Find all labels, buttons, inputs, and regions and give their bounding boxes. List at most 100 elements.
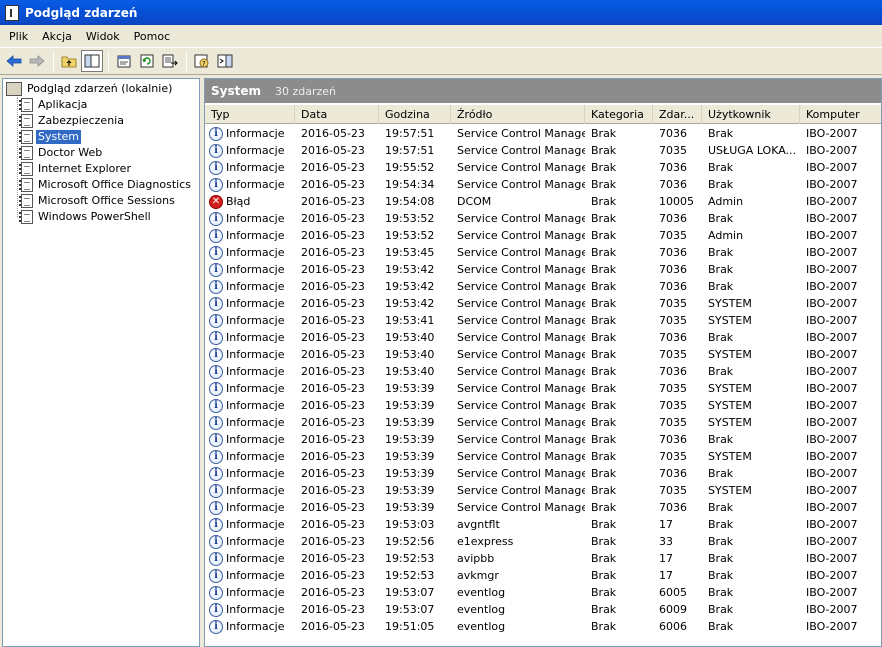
event-computer: IBO-2007 bbox=[806, 331, 858, 344]
event-computer: IBO-2007 bbox=[806, 603, 858, 616]
event-user: Brak bbox=[708, 127, 734, 140]
event-source: Service Control Manager bbox=[457, 212, 585, 225]
tree-item-internet-explorer[interactable]: Internet Explorer bbox=[19, 161, 133, 177]
tree-item-office-sessions[interactable]: Microsoft Office Sessions bbox=[19, 193, 177, 209]
event-row[interactable]: i Informacje 2016-05-23 19:53:52 Service Con… bbox=[205, 227, 881, 244]
event-type: i Informacje bbox=[205, 534, 295, 549]
event-row[interactable]: i Informacje 2016-05-23 19:53:40 Service Con… bbox=[205, 346, 881, 363]
event-row[interactable]: i Informacje 2016-05-23 19:53:39 Service Con… bbox=[205, 380, 881, 397]
forward-button[interactable] bbox=[26, 50, 48, 72]
event-row[interactable]: i Informacje 2016-05-23 19:52:53 avipbb Brak 1… bbox=[205, 550, 881, 567]
back-button[interactable] bbox=[3, 50, 25, 72]
event-row[interactable]: i Informacje 2016-05-23 19:53:41 Service Con… bbox=[205, 312, 881, 329]
event-row[interactable]: i Informacje 2016-05-23 19:53:40 Service Con… bbox=[205, 363, 881, 380]
pane-header: System 30 zdarzeń bbox=[205, 79, 881, 103]
event-row[interactable]: i Informacje 2016-05-23 19:53:03 avgntflt Bra… bbox=[205, 516, 881, 533]
event-source: Service Control Manager bbox=[457, 246, 585, 259]
tree-root[interactable]: Podgląd zdarzeń (lokalnie) bbox=[6, 81, 174, 97]
event-row[interactable]: i Informacje 2016-05-23 19:53:39 Service Con… bbox=[205, 448, 881, 465]
event-type-label: Informacje bbox=[226, 416, 285, 429]
column-header-komputer[interactable]: Komputer bbox=[800, 105, 881, 124]
event-date: 2016-05-23 bbox=[301, 552, 365, 565]
event-category: Brak bbox=[591, 161, 617, 174]
menu-pomoc[interactable]: Pomoc bbox=[127, 28, 177, 45]
event-computer: IBO-2007 bbox=[806, 280, 858, 293]
event-source: Service Control Manager bbox=[457, 314, 585, 327]
tree-item-label: Windows PowerShell bbox=[38, 210, 151, 223]
event-user: SYSTEM bbox=[708, 348, 752, 361]
tree-item-label: Internet Explorer bbox=[38, 162, 131, 175]
event-computer: IBO-2007 bbox=[806, 450, 858, 463]
tree-item-aplikacja[interactable]: Aplikacja bbox=[19, 97, 89, 113]
info-icon: i bbox=[209, 262, 223, 277]
event-id: 6009 bbox=[659, 603, 687, 616]
refresh-button[interactable] bbox=[136, 50, 158, 72]
event-computer: IBO-2007 bbox=[806, 229, 858, 242]
console-button[interactable] bbox=[214, 50, 236, 72]
event-row[interactable]: i Informacje 2016-05-23 19:53:52 Service Con… bbox=[205, 210, 881, 227]
event-row[interactable]: i Informacje 2016-05-23 19:51:05 eventlog Bra… bbox=[205, 618, 881, 635]
event-date: 2016-05-23 bbox=[301, 535, 365, 548]
event-type-label: Informacje bbox=[226, 161, 285, 174]
event-type-label: Informacje bbox=[226, 297, 285, 310]
column-header-zrodlo[interactable]: Źródło bbox=[451, 105, 585, 124]
column-header-godzina[interactable]: Godzina bbox=[379, 105, 451, 124]
up-level-button[interactable] bbox=[58, 50, 80, 72]
menu-akcja[interactable]: Akcja bbox=[35, 28, 79, 45]
event-row[interactable]: i Informacje 2016-05-23 19:53:39 Service Con… bbox=[205, 431, 881, 448]
tree-item-office-diagnostics[interactable]: Microsoft Office Diagnostics bbox=[19, 177, 193, 193]
event-row[interactable]: i Informacje 2016-05-23 19:53:40 Service Con… bbox=[205, 329, 881, 346]
event-row[interactable]: i Informacje 2016-05-23 19:53:42 Service Con… bbox=[205, 278, 881, 295]
column-header-typ[interactable]: Typ bbox=[205, 105, 295, 124]
help-button[interactable]: ? bbox=[191, 50, 213, 72]
menu-widok[interactable]: Widok bbox=[79, 28, 127, 45]
event-time: 19:54:34 bbox=[385, 178, 435, 191]
event-row[interactable]: i Informacje 2016-05-23 19:53:07 eventlog Bra… bbox=[205, 601, 881, 618]
tree-item-windows-powershell[interactable]: Windows PowerShell bbox=[19, 209, 153, 225]
event-row[interactable]: i Informacje 2016-05-23 19:53:45 Service Con… bbox=[205, 244, 881, 261]
column-header-kategoria[interactable]: Kategoria bbox=[585, 105, 653, 124]
column-header-zdarzenie[interactable]: Zdar... bbox=[653, 105, 702, 124]
event-source: Service Control Manager bbox=[457, 433, 585, 446]
event-type: i Informacje bbox=[205, 160, 295, 175]
info-icon: i bbox=[209, 160, 223, 175]
event-row[interactable]: i Informacje 2016-05-23 19:57:51 Service Con… bbox=[205, 142, 881, 159]
menu-plik[interactable]: Plik bbox=[2, 28, 35, 45]
event-type: i Informacje bbox=[205, 585, 295, 600]
tree-item-doctor-web[interactable]: Doctor Web bbox=[19, 145, 104, 161]
export-list-button[interactable] bbox=[159, 50, 181, 72]
tree-pane: Podgląd zdarzeń (lokalnie) Aplikacja Zab… bbox=[2, 78, 200, 647]
event-row[interactable]: i Informacje 2016-05-23 19:54:34 Service Con… bbox=[205, 176, 881, 193]
event-user: Brak bbox=[708, 620, 734, 633]
event-id: 33 bbox=[659, 535, 673, 548]
event-row[interactable]: i Informacje 2016-05-23 19:53:39 Service Con… bbox=[205, 482, 881, 499]
event-row[interactable]: i Informacje 2016-05-23 19:53:39 Service Con… bbox=[205, 397, 881, 414]
event-type: i Informacje bbox=[205, 449, 295, 464]
tree-item-zabezpieczenia[interactable]: Zabezpieczenia bbox=[19, 113, 126, 129]
event-row[interactable]: i Informacje 2016-05-23 19:53:39 Service Con… bbox=[205, 499, 881, 516]
event-computer: IBO-2007 bbox=[806, 178, 858, 191]
tree-item-label: Doctor Web bbox=[38, 146, 103, 159]
event-row[interactable]: i Informacje 2016-05-23 19:55:52 Service Con… bbox=[205, 159, 881, 176]
column-header-uzytkownik[interactable]: Użytkownik bbox=[702, 105, 800, 124]
title-bar[interactable]: Podgląd zdarzeń bbox=[0, 0, 882, 25]
event-time: 19:53:52 bbox=[385, 212, 435, 225]
event-row[interactable]: i Informacje 2016-05-23 19:57:51 Service Con… bbox=[205, 125, 881, 142]
event-row[interactable]: ✕ Błąd 2016-05-23 19:54:08 DCOM Brak 10005 Admi… bbox=[205, 193, 881, 210]
tree-item-system[interactable]: System bbox=[19, 129, 82, 145]
event-row[interactable]: i Informacje 2016-05-23 19:52:56 e1express Br… bbox=[205, 533, 881, 550]
event-row[interactable]: i Informacje 2016-05-23 19:53:39 Service Con… bbox=[205, 465, 881, 482]
event-row[interactable]: i Informacje 2016-05-23 19:52:53 avkmgr Brak 1… bbox=[205, 567, 881, 584]
event-row[interactable]: i Informacje 2016-05-23 19:53:07 eventlog Bra… bbox=[205, 584, 881, 601]
event-time: 19:52:56 bbox=[385, 535, 435, 548]
event-computer: IBO-2007 bbox=[806, 246, 858, 259]
properties-button[interactable] bbox=[113, 50, 135, 72]
event-user: Brak bbox=[708, 518, 734, 531]
event-date: 2016-05-23 bbox=[301, 195, 365, 208]
show-hide-tree-button[interactable] bbox=[81, 50, 103, 72]
column-header-data[interactable]: Data bbox=[295, 105, 379, 124]
event-category: Brak bbox=[591, 331, 617, 344]
event-row[interactable]: i Informacje 2016-05-23 19:53:42 Service Con… bbox=[205, 261, 881, 278]
event-row[interactable]: i Informacje 2016-05-23 19:53:39 Service Con… bbox=[205, 414, 881, 431]
event-row[interactable]: i Informacje 2016-05-23 19:53:42 Service Con… bbox=[205, 295, 881, 312]
